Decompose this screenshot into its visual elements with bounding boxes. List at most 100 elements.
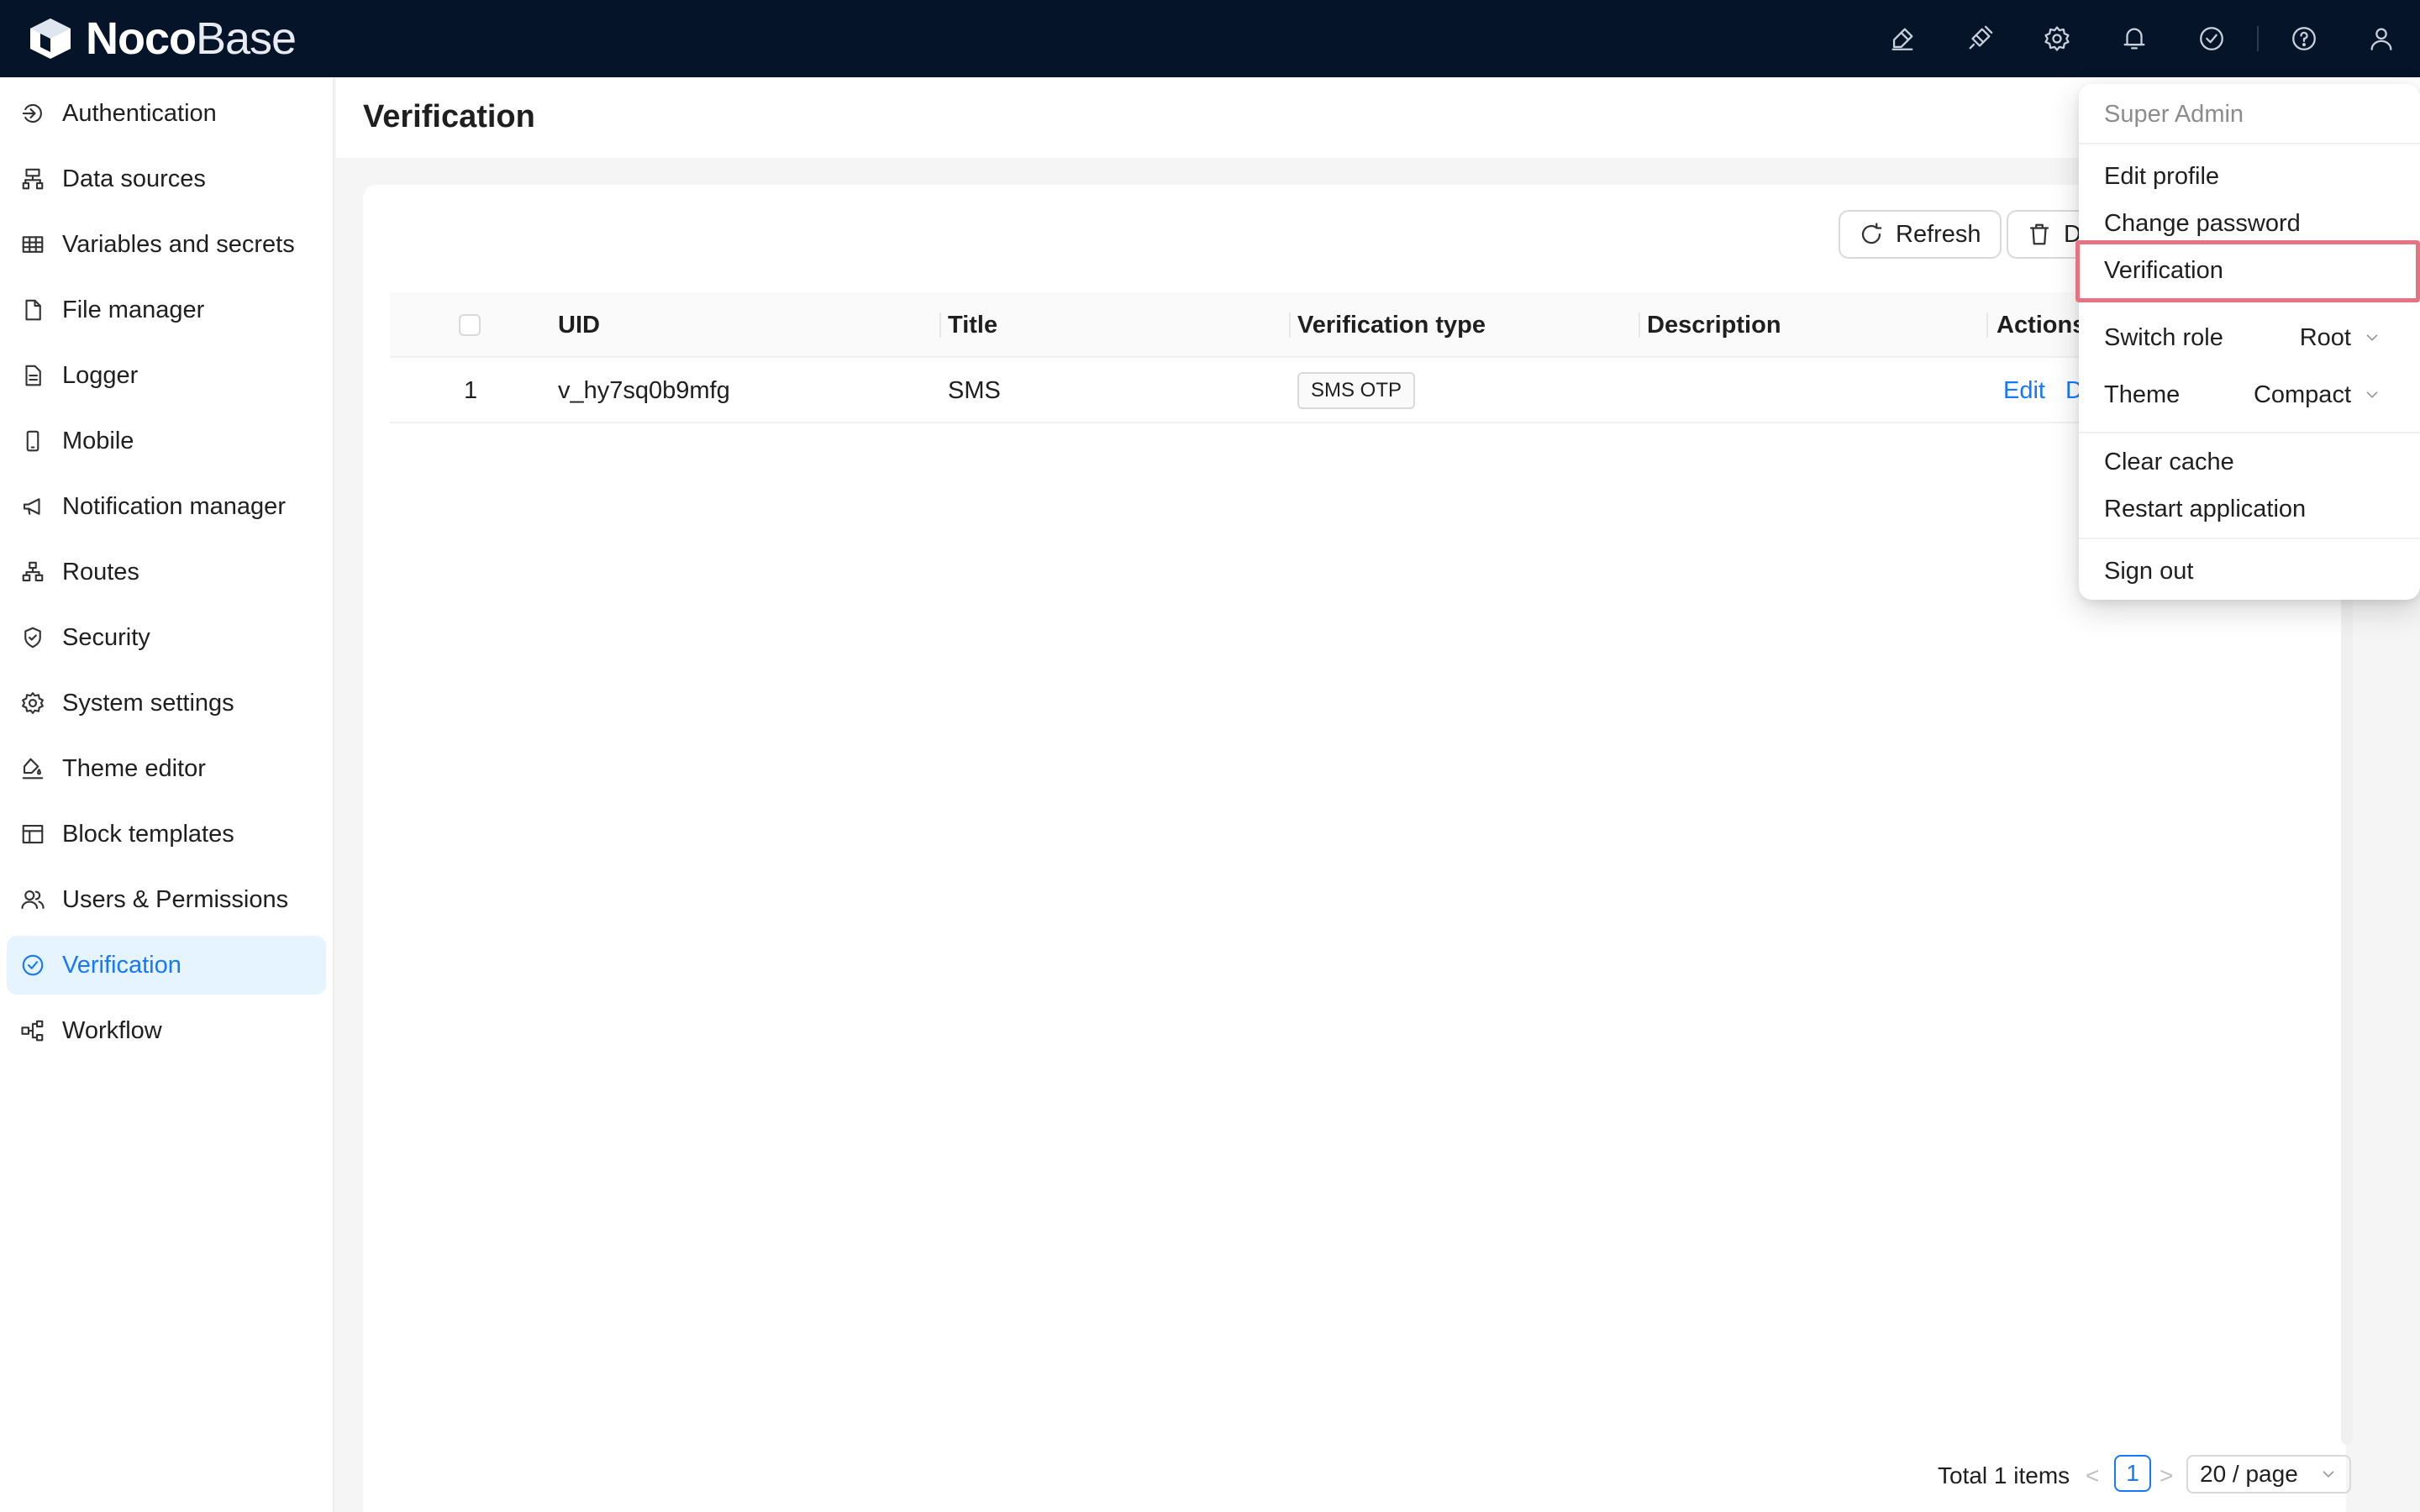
pagination-total: Total 1 items — [1938, 1462, 2070, 1488]
column-header-description[interactable]: Description — [1647, 292, 1781, 358]
sidebar-item-label: Notification manager — [62, 492, 286, 520]
settings-icon[interactable] — [2018, 0, 2096, 77]
pagination-prev-button[interactable]: < — [2086, 1455, 2099, 1497]
sidebar-item-file-manager[interactable]: File manager — [7, 281, 326, 339]
sidebar-item-label: Verification — [62, 951, 182, 979]
theme-select[interactable]: Compact — [2254, 381, 2381, 409]
column-divider — [939, 312, 941, 338]
check-circle-icon[interactable] — [2173, 0, 2250, 77]
sidebar-item-users-and-permissions[interactable]: Users & Permissions — [7, 870, 326, 929]
column-divider — [1289, 312, 1291, 338]
sidebar-item-label: Workflow — [62, 1016, 162, 1044]
user-icon[interactable] — [2343, 0, 2420, 77]
chevron-down-icon — [2351, 328, 2381, 347]
refresh-label: Refresh — [1896, 220, 1981, 248]
pagination-page-1[interactable]: 1 — [2114, 1455, 2151, 1492]
menu-divider — [2079, 301, 2420, 302]
sidebar-item-label: Security — [62, 623, 150, 651]
menu-item-verification[interactable]: Verification — [2079, 247, 2420, 294]
refresh-icon — [1859, 222, 1896, 247]
menu-item-switch-role[interactable]: Switch role Root — [2079, 314, 2420, 361]
select-all-cell — [459, 292, 481, 358]
cell-uid: v_hy7sq0b9mfg — [558, 376, 730, 404]
page-title: Verification — [363, 99, 535, 134]
logo[interactable]: NocoBase — [25, 0, 297, 77]
table-row[interactable]: 1 v_hy7sq0b9mfg SMS SMS OTP Edit D — [390, 358, 2265, 423]
bell-icon[interactable] — [2096, 0, 2173, 77]
sidebar-item-label: Mobile — [62, 427, 134, 454]
switch-role-select[interactable]: Root — [2300, 324, 2381, 352]
sidebar-item-notification-manager[interactable]: Notification manager — [7, 477, 326, 536]
column-divider — [1639, 312, 1640, 338]
sidebar-item-label: Theme editor — [62, 754, 206, 782]
select-all-checkbox[interactable] — [459, 314, 481, 336]
sidebar-item-workflow[interactable]: Workflow — [7, 1001, 326, 1060]
sidebar-item-label: Users & Permissions — [62, 885, 289, 913]
sidebar-item-label: File manager — [62, 296, 205, 323]
logo-text-bold: Noco — [86, 13, 197, 64]
sidebar-item-verification[interactable]: Verification — [7, 936, 326, 995]
menu-item-change-password[interactable]: Change password — [2079, 200, 2420, 247]
page-size-value: 20 / page — [2200, 1461, 2298, 1487]
edit-link[interactable]: Edit — [2003, 377, 2045, 405]
menu-item-sign-out[interactable]: Sign out — [2079, 548, 2420, 595]
login-icon — [20, 101, 45, 126]
users-icon — [20, 887, 45, 912]
menu-item-clear-cache[interactable]: Clear cache — [2079, 438, 2420, 486]
top-icons — [1864, 0, 2420, 77]
chevron-down-icon — [2351, 386, 2381, 404]
theme-value: Compact — [2253, 381, 2351, 408]
menu-item-edit-profile[interactable]: Edit profile — [2079, 153, 2420, 200]
layout-icon — [20, 822, 45, 847]
cell-actions: Edit D — [2003, 358, 2083, 423]
page-size-select[interactable]: 20 / page — [2186, 1455, 2351, 1494]
sidebar-item-data-sources[interactable]: Data sources — [7, 150, 326, 208]
user-menu-name: Super Admin — [2104, 100, 2244, 128]
sidebar-item-logger[interactable]: Logger — [7, 346, 326, 405]
sidebar-item-mobile[interactable]: Mobile — [7, 412, 326, 470]
menu-item-restart-application[interactable]: Restart application — [2079, 486, 2420, 533]
column-header-title[interactable]: Title — [948, 292, 997, 358]
sidebar-item-routes[interactable]: Routes — [7, 543, 326, 601]
column-header-uid[interactable]: UID — [558, 292, 600, 358]
sidebar-item-theme-editor[interactable]: Theme editor — [7, 739, 326, 798]
shield-icon — [20, 625, 45, 650]
menu-divider — [2079, 432, 2420, 433]
theme-label: Theme — [2104, 381, 2181, 408]
trash-icon — [2027, 222, 2064, 247]
database-icon — [20, 166, 45, 192]
table-icon — [20, 232, 45, 257]
plugin-icon[interactable] — [1941, 0, 2018, 77]
theme-editor-icon[interactable] — [1864, 0, 1941, 77]
pagination-next-button[interactable]: > — [2160, 1455, 2173, 1497]
logo-text: NocoBase — [86, 13, 297, 65]
menu-divider — [2079, 143, 2420, 144]
top-bar: NocoBase — [0, 0, 2420, 77]
gear-icon — [20, 690, 45, 716]
file-text-icon — [20, 363, 45, 388]
sidebar-item-variables-and-secrets[interactable]: Variables and secrets — [7, 215, 326, 274]
switch-role-value: Root — [2299, 323, 2351, 351]
row-index: 1 — [464, 376, 478, 404]
sidebar-item-label: Variables and secrets — [62, 230, 295, 258]
cell-verification-type: SMS OTP — [1297, 358, 1416, 423]
sidebar-item-label: Authentication — [62, 99, 217, 127]
sidebar-item-block-templates[interactable]: Block templates — [7, 805, 326, 864]
verification-type-tag: SMS OTP — [1297, 372, 1416, 409]
sidebar-item-system-settings[interactable]: System settings — [7, 674, 326, 732]
sidebar-item-label: Logger — [62, 361, 139, 389]
sidebar-item-label: Data sources — [62, 165, 206, 192]
refresh-button[interactable]: Refresh — [1839, 210, 2002, 259]
menu-divider — [2079, 538, 2420, 539]
help-icon[interactable] — [2265, 0, 2343, 77]
sidebar-item-security[interactable]: Security — [7, 608, 326, 667]
chevron-down-icon — [2319, 1465, 2338, 1483]
switch-role-label: Switch role — [2104, 323, 2223, 351]
megaphone-icon — [20, 494, 45, 519]
sidebar-item-authentication[interactable]: Authentication — [7, 84, 326, 143]
routes-icon — [20, 559, 45, 585]
column-header-verification-type[interactable]: Verification type — [1297, 292, 1486, 358]
menu-item-theme[interactable]: Theme Compact — [2079, 371, 2420, 418]
top-divider — [2257, 26, 2259, 51]
table-header: UID Title Verification type Description … — [390, 292, 2265, 358]
